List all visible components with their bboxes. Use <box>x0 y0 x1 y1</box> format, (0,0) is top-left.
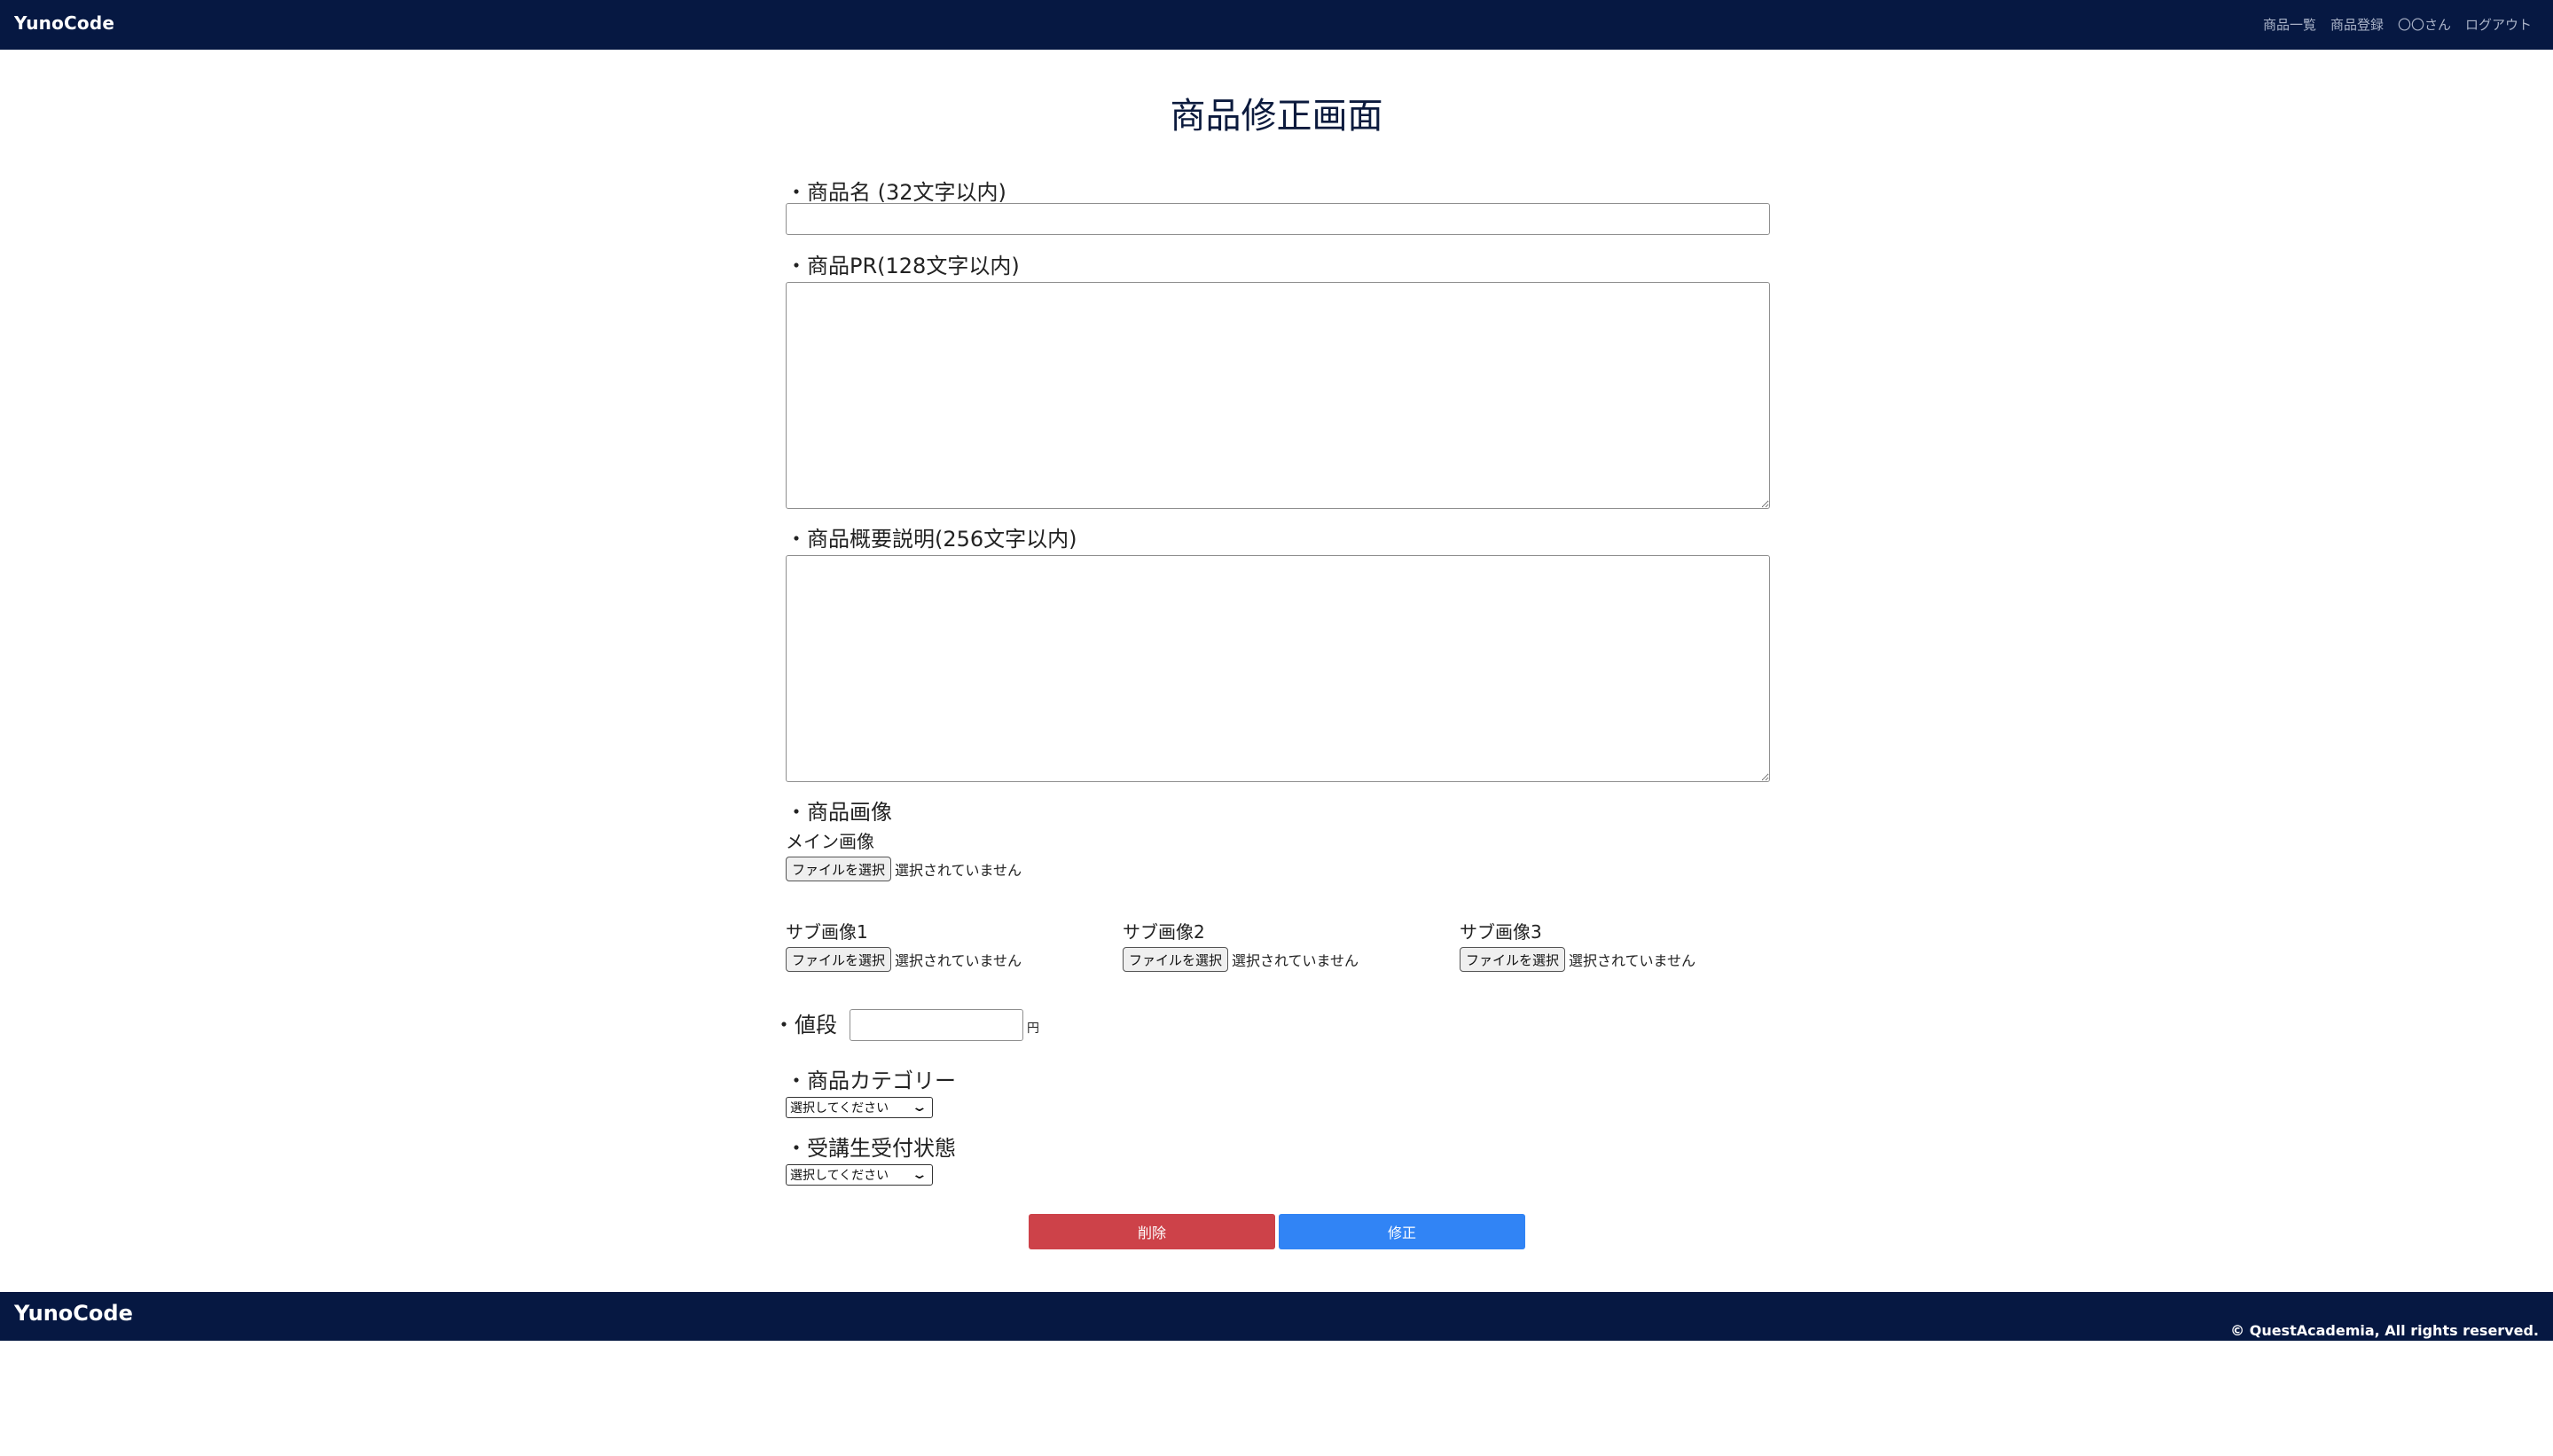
page-title: 商品修正画面 <box>1170 96 1383 137</box>
sub-image-2-file-row: ファイルを選択 選択されていません <box>1123 947 1359 972</box>
delete-button[interactable]: 削除 <box>1029 1214 1275 1249</box>
reception-status-selected-value: 選択してください <box>790 1169 889 1183</box>
chevron-down-icon: ⌄ <box>911 1168 928 1182</box>
reception-status-label: ・受講生受付状態 <box>786 1136 956 1161</box>
sub-image-1-file-row: ファイルを選択 選択されていません <box>786 947 1022 972</box>
price-input[interactable] <box>850 1009 1023 1041</box>
sub-image-3-file-button[interactable]: ファイルを選択 <box>1460 947 1566 972</box>
product-image-label: ・商品画像 <box>786 800 892 825</box>
sub-image-1-file-status: 選択されていません <box>895 952 1022 969</box>
product-name-input[interactable] <box>786 203 1770 235</box>
reception-status-select[interactable]: 選択してください ⌄ <box>786 1164 933 1186</box>
nav-logout[interactable]: ログアウト <box>2465 15 2532 34</box>
sub-image-3-label: サブ画像3 <box>1460 921 1542 943</box>
top-navbar: YunoCode 商品一覧 商品登録 〇〇さん ログアウト <box>0 0 2553 50</box>
product-pr-label: ・商品PR(128文字以内) <box>786 254 1020 278</box>
update-button[interactable]: 修正 <box>1279 1214 1525 1249</box>
sub-image-2-label: サブ画像2 <box>1123 921 1205 943</box>
category-selected-value: 選択してください <box>790 1101 889 1115</box>
price-unit: 円 <box>1027 1022 1039 1036</box>
copyright-text: © QuestAcademia, All rights reserved. <box>2230 1322 2539 1339</box>
sub-image-3-file-row: ファイルを選択 選択されていません <box>1460 947 1695 972</box>
main-image-label: メイン画像 <box>786 831 874 852</box>
price-label: ・値段 <box>773 1013 837 1037</box>
main-image-file-row: ファイルを選択 選択されていません <box>786 857 1022 881</box>
footer: YunoCode © QuestAcademia, All rights res… <box>0 1292 2553 1341</box>
nav-product-list[interactable]: 商品一覧 <box>2263 15 2316 34</box>
footer-brand: YunoCode <box>14 1301 133 1326</box>
category-label: ・商品カテゴリー <box>786 1069 956 1093</box>
nav-user-name[interactable]: 〇〇さん <box>2398 15 2451 34</box>
sub-image-1-file-button[interactable]: ファイルを選択 <box>786 947 892 972</box>
sub-image-2-file-status: 選択されていません <box>1232 952 1359 969</box>
nav-links: 商品一覧 商品登録 〇〇さん ログアウト <box>2263 15 2532 34</box>
product-description-textarea[interactable] <box>786 555 1770 782</box>
category-select[interactable]: 選択してください ⌄ <box>786 1097 933 1118</box>
product-description-label: ・商品概要説明(256文字以内) <box>786 527 1077 552</box>
chevron-down-icon: ⌄ <box>911 1100 928 1115</box>
nav-product-register[interactable]: 商品登録 <box>2330 15 2384 34</box>
sub-image-1-label: サブ画像1 <box>786 921 868 943</box>
main-image-file-button[interactable]: ファイルを選択 <box>786 857 892 881</box>
brand-logo[interactable]: YunoCode <box>14 12 114 34</box>
main-image-file-status: 選択されていません <box>895 862 1022 879</box>
sub-image-2-file-button[interactable]: ファイルを選択 <box>1123 947 1229 972</box>
product-name-label: ・商品名 (32文字以内) <box>786 180 1006 205</box>
product-pr-textarea[interactable] <box>786 282 1770 509</box>
sub-image-3-file-status: 選択されていません <box>1569 952 1696 969</box>
